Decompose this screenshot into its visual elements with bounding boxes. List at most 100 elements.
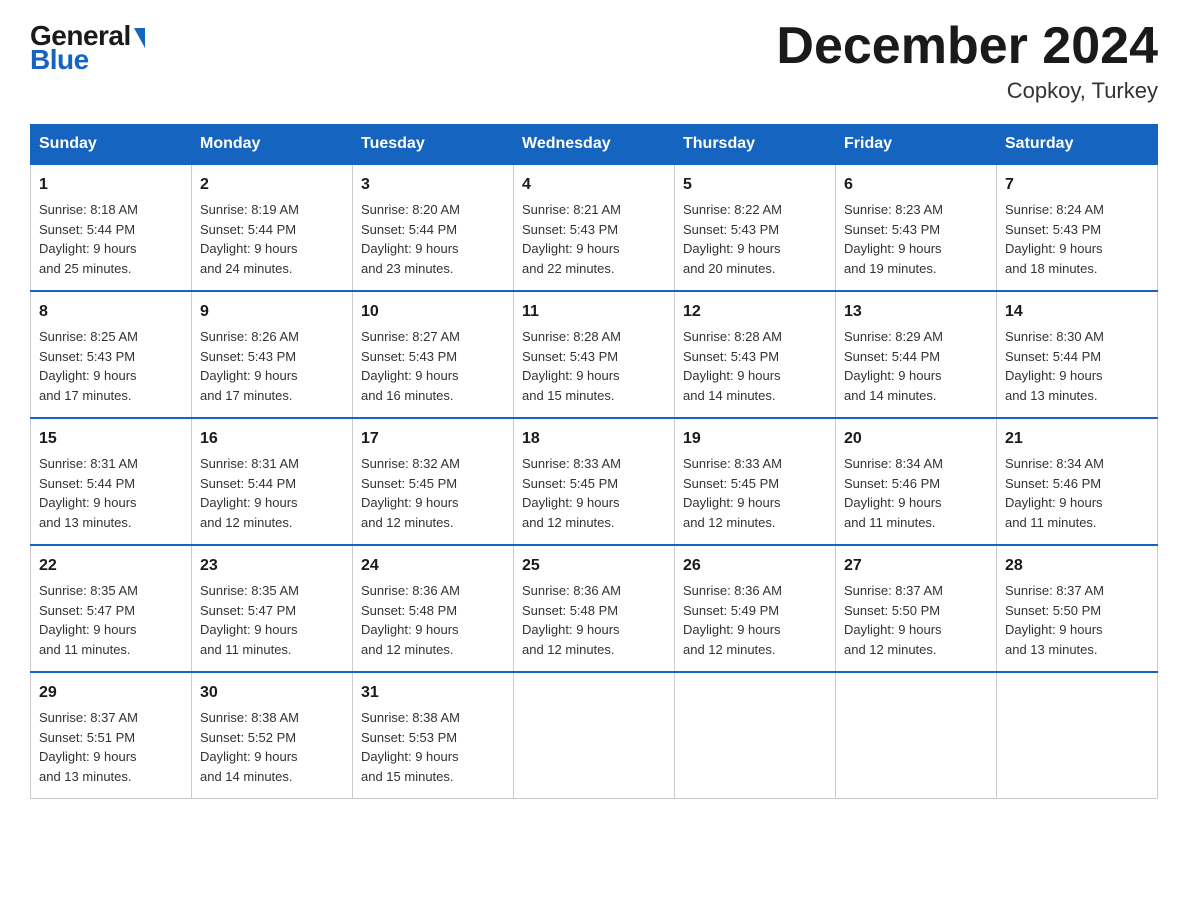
day-number: 9	[200, 300, 344, 324]
sunrise-label: Sunrise: 8:38 AM	[200, 710, 299, 725]
calendar-cell: 21 Sunrise: 8:34 AM Sunset: 5:46 PM Dayl…	[997, 418, 1158, 545]
sunrise-label: Sunrise: 8:23 AM	[844, 202, 943, 217]
calendar-cell: 23 Sunrise: 8:35 AM Sunset: 5:47 PM Dayl…	[192, 545, 353, 672]
daylight-minutes: and 25 minutes.	[39, 261, 132, 276]
daylight-minutes: and 17 minutes.	[39, 388, 132, 403]
daylight-minutes: and 12 minutes.	[683, 642, 776, 657]
calendar-cell: 14 Sunrise: 8:30 AM Sunset: 5:44 PM Dayl…	[997, 291, 1158, 418]
day-number: 21	[1005, 427, 1149, 451]
week-row-5: 29 Sunrise: 8:37 AM Sunset: 5:51 PM Dayl…	[31, 672, 1158, 799]
sunset-label: Sunset: 5:45 PM	[683, 476, 779, 491]
sunrise-label: Sunrise: 8:31 AM	[39, 456, 138, 471]
calendar-body: 1 Sunrise: 8:18 AM Sunset: 5:44 PM Dayli…	[31, 164, 1158, 799]
calendar-cell: 26 Sunrise: 8:36 AM Sunset: 5:49 PM Dayl…	[675, 545, 836, 672]
sunset-label: Sunset: 5:47 PM	[39, 603, 135, 618]
logo-triangle-icon	[134, 28, 145, 48]
daylight-minutes: and 18 minutes.	[1005, 261, 1098, 276]
daylight-label: Daylight: 9 hours	[683, 622, 781, 637]
sunset-label: Sunset: 5:43 PM	[522, 222, 618, 237]
daylight-minutes: and 14 minutes.	[683, 388, 776, 403]
header-cell-monday: Monday	[192, 125, 353, 165]
sunrise-label: Sunrise: 8:37 AM	[39, 710, 138, 725]
calendar-cell: 24 Sunrise: 8:36 AM Sunset: 5:48 PM Dayl…	[353, 545, 514, 672]
sunset-label: Sunset: 5:50 PM	[1005, 603, 1101, 618]
daylight-minutes: and 15 minutes.	[361, 769, 454, 784]
daylight-label: Daylight: 9 hours	[683, 495, 781, 510]
calendar-cell: 31 Sunrise: 8:38 AM Sunset: 5:53 PM Dayl…	[353, 672, 514, 799]
sunrise-label: Sunrise: 8:22 AM	[683, 202, 782, 217]
day-number: 6	[844, 173, 988, 197]
sunset-label: Sunset: 5:44 PM	[39, 476, 135, 491]
daylight-label: Daylight: 9 hours	[361, 749, 459, 764]
daylight-label: Daylight: 9 hours	[683, 368, 781, 383]
sunset-label: Sunset: 5:43 PM	[361, 349, 457, 364]
logo: General Blue	[30, 20, 145, 76]
calendar-cell: 5 Sunrise: 8:22 AM Sunset: 5:43 PM Dayli…	[675, 164, 836, 291]
daylight-label: Daylight: 9 hours	[39, 495, 137, 510]
daylight-label: Daylight: 9 hours	[522, 495, 620, 510]
day-number: 10	[361, 300, 505, 324]
day-number: 31	[361, 681, 505, 705]
month-year-title: December 2024	[776, 20, 1158, 72]
calendar-cell: 25 Sunrise: 8:36 AM Sunset: 5:48 PM Dayl…	[514, 545, 675, 672]
sunrise-label: Sunrise: 8:28 AM	[683, 329, 782, 344]
day-number: 3	[361, 173, 505, 197]
daylight-minutes: and 17 minutes.	[200, 388, 293, 403]
daylight-minutes: and 12 minutes.	[522, 642, 615, 657]
daylight-minutes: and 11 minutes.	[1005, 515, 1097, 530]
sunrise-label: Sunrise: 8:33 AM	[683, 456, 782, 471]
sunset-label: Sunset: 5:44 PM	[200, 476, 296, 491]
day-number: 15	[39, 427, 183, 451]
daylight-minutes: and 12 minutes.	[683, 515, 776, 530]
day-number: 2	[200, 173, 344, 197]
sunrise-label: Sunrise: 8:32 AM	[361, 456, 460, 471]
calendar-cell: 28 Sunrise: 8:37 AM Sunset: 5:50 PM Dayl…	[997, 545, 1158, 672]
sunrise-label: Sunrise: 8:36 AM	[522, 583, 621, 598]
sunrise-label: Sunrise: 8:20 AM	[361, 202, 460, 217]
day-number: 13	[844, 300, 988, 324]
sunrise-label: Sunrise: 8:37 AM	[1005, 583, 1104, 598]
sunset-label: Sunset: 5:44 PM	[1005, 349, 1101, 364]
day-number: 23	[200, 554, 344, 578]
sunset-label: Sunset: 5:44 PM	[361, 222, 457, 237]
sunset-label: Sunset: 5:46 PM	[844, 476, 940, 491]
sunrise-label: Sunrise: 8:36 AM	[361, 583, 460, 598]
sunrise-label: Sunrise: 8:29 AM	[844, 329, 943, 344]
logo-blue-text: Blue	[30, 44, 89, 76]
sunset-label: Sunset: 5:43 PM	[200, 349, 296, 364]
daylight-label: Daylight: 9 hours	[39, 749, 137, 764]
daylight-label: Daylight: 9 hours	[200, 749, 298, 764]
daylight-minutes: and 24 minutes.	[200, 261, 293, 276]
calendar-cell: 6 Sunrise: 8:23 AM Sunset: 5:43 PM Dayli…	[836, 164, 997, 291]
header-cell-tuesday: Tuesday	[353, 125, 514, 165]
sunrise-label: Sunrise: 8:30 AM	[1005, 329, 1104, 344]
sunset-label: Sunset: 5:43 PM	[683, 349, 779, 364]
calendar-cell: 30 Sunrise: 8:38 AM Sunset: 5:52 PM Dayl…	[192, 672, 353, 799]
sunset-label: Sunset: 5:44 PM	[844, 349, 940, 364]
daylight-minutes: and 14 minutes.	[200, 769, 293, 784]
sunrise-label: Sunrise: 8:37 AM	[844, 583, 943, 598]
daylight-minutes: and 20 minutes.	[683, 261, 776, 276]
daylight-minutes: and 13 minutes.	[1005, 388, 1098, 403]
day-number: 18	[522, 427, 666, 451]
sunrise-label: Sunrise: 8:27 AM	[361, 329, 460, 344]
calendar-cell	[997, 672, 1158, 799]
day-number: 14	[1005, 300, 1149, 324]
sunrise-label: Sunrise: 8:34 AM	[1005, 456, 1104, 471]
calendar-cell: 20 Sunrise: 8:34 AM Sunset: 5:46 PM Dayl…	[836, 418, 997, 545]
header-cell-saturday: Saturday	[997, 125, 1158, 165]
day-number: 24	[361, 554, 505, 578]
sunrise-label: Sunrise: 8:34 AM	[844, 456, 943, 471]
daylight-minutes: and 12 minutes.	[361, 642, 454, 657]
sunset-label: Sunset: 5:46 PM	[1005, 476, 1101, 491]
calendar-cell: 29 Sunrise: 8:37 AM Sunset: 5:51 PM Dayl…	[31, 672, 192, 799]
sunset-label: Sunset: 5:43 PM	[39, 349, 135, 364]
daylight-label: Daylight: 9 hours	[361, 368, 459, 383]
calendar-cell: 2 Sunrise: 8:19 AM Sunset: 5:44 PM Dayli…	[192, 164, 353, 291]
sunrise-label: Sunrise: 8:24 AM	[1005, 202, 1104, 217]
sunset-label: Sunset: 5:43 PM	[844, 222, 940, 237]
daylight-minutes: and 19 minutes.	[844, 261, 937, 276]
daylight-label: Daylight: 9 hours	[1005, 622, 1103, 637]
daylight-label: Daylight: 9 hours	[522, 622, 620, 637]
calendar-cell: 19 Sunrise: 8:33 AM Sunset: 5:45 PM Dayl…	[675, 418, 836, 545]
